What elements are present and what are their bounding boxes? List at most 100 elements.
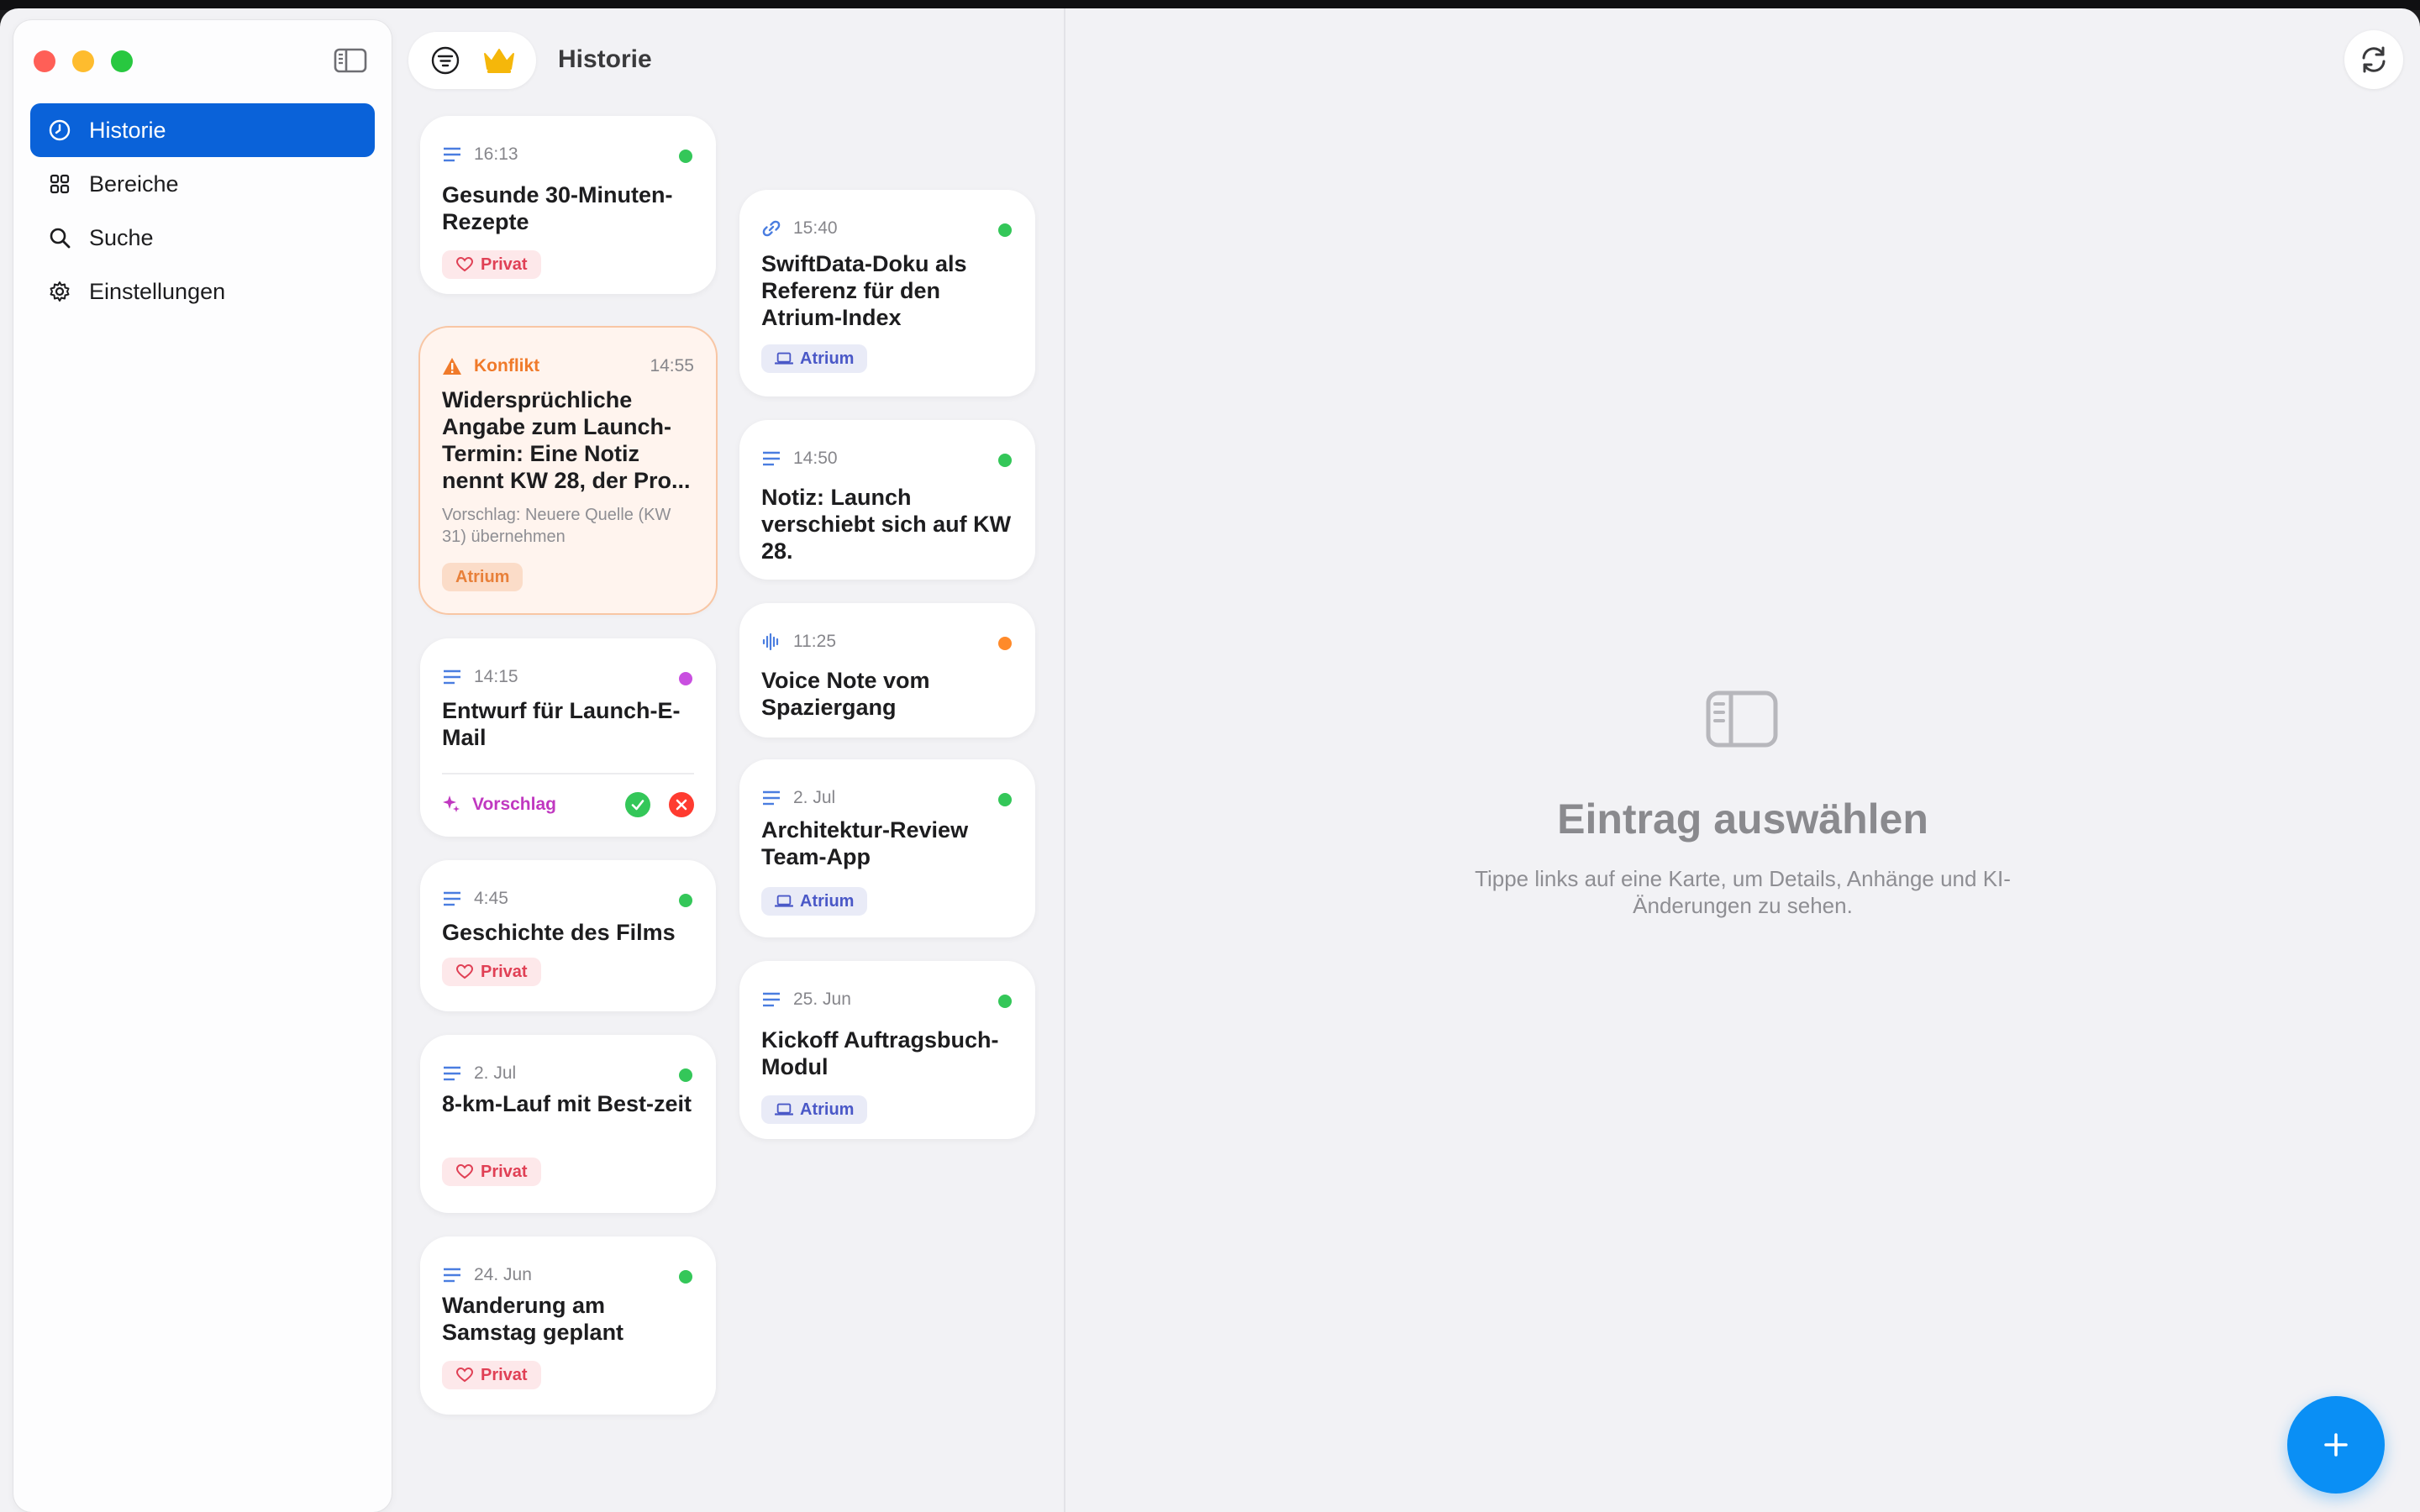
conflict-label: Konflikt <box>474 356 540 375</box>
warning-icon <box>442 356 462 376</box>
tag-label: Atrium <box>455 567 510 586</box>
close-icon <box>676 799 687 811</box>
sidebar-icon <box>334 48 367 73</box>
plus-icon <box>2324 1433 2348 1457</box>
card-divider <box>442 773 694 774</box>
heart-icon <box>455 1163 474 1181</box>
text-lines-icon <box>442 889 462 909</box>
card-title: Wanderung am Samstag geplant <box>442 1293 624 1345</box>
tag-label: Atrium <box>800 349 855 368</box>
waveform-icon <box>761 632 781 652</box>
tag-label: Atrium <box>800 891 855 911</box>
card-time: 16:13 <box>474 144 518 164</box>
card-meta: 14:15 <box>442 665 694 689</box>
text-lines-icon <box>761 990 781 1010</box>
zoom-window-button[interactable] <box>111 50 133 72</box>
card-meta: 25. Jun <box>761 988 1013 1011</box>
card-title: Widersprüchliche Angabe zum Launch-Termi… <box>442 387 691 493</box>
card-title: Gesunde 30-Minuten-Rezepte <box>442 182 673 234</box>
status-dot <box>679 1270 692 1284</box>
sidebar-item-einstellungen[interactable]: Einstellungen <box>30 265 375 318</box>
card-title: Geschichte des Films <box>442 920 676 945</box>
laptop-icon <box>775 892 793 911</box>
tag-label: Privat <box>481 1162 528 1181</box>
pane-divider[interactable] <box>1064 8 1065 1512</box>
conflict-suggestion: Vorschlag: Neuere Quelle (KW 31) überneh… <box>442 506 671 546</box>
card-kickoff-auftragsbuch[interactable]: 25. Jun Kickoff Auftragsbuch-Modul Atriu… <box>739 961 1035 1139</box>
card-notiz-launch[interactable]: 14:50 Notiz: Launch verschiebt sich auf … <box>739 420 1035 580</box>
status-dot <box>679 894 692 907</box>
sync-button[interactable] <box>2344 30 2403 89</box>
card-meta: 24. Jun <box>442 1263 694 1287</box>
card-8-km-lauf[interactable]: 2. Jul 8-km-Lauf mit Best-zeit Privat <box>420 1035 716 1213</box>
card-meta: 2. Jul <box>761 786 1013 810</box>
sidebar-item-label: Suche <box>89 224 154 250</box>
card-time: 2. Jul <box>474 1063 517 1083</box>
link-icon <box>761 218 781 239</box>
tag-label: Privat <box>481 255 528 274</box>
card-meta: 16:13 <box>442 143 694 166</box>
card-title: Entwurf für Launch-E-Mail <box>442 698 681 750</box>
tag-atrium[interactable]: Atrium <box>761 344 868 373</box>
card-voice-note[interactable]: 11:25 Voice Note vom Spaziergang <box>739 603 1035 738</box>
heart-icon <box>455 1366 474 1384</box>
sidebar-toggle-button[interactable] <box>333 45 368 76</box>
status-dot <box>679 150 692 163</box>
tag-atrium[interactable]: Atrium <box>442 563 523 591</box>
card-swiftdata-doku[interactable]: 15:40 SwiftData-Doku als Referenz für de… <box>739 190 1035 396</box>
card-wanderung[interactable]: 24. Jun Wanderung am Samstag geplant Pri… <box>420 1236 716 1415</box>
text-lines-icon <box>761 449 781 469</box>
page-title: Historie <box>558 45 652 73</box>
card-gesunde-rezepte[interactable]: 16:13 Gesunde 30-Minuten-Rezepte Privat <box>420 116 716 294</box>
card-entwurf-launch-email[interactable]: 14:15 Entwurf für Launch-E-Mail Vorschla… <box>420 638 716 837</box>
laptop-icon <box>775 1100 793 1119</box>
heart-icon <box>455 255 474 274</box>
sidebar-placeholder-icon <box>1706 690 1778 748</box>
card-title: SwiftData-Doku als Referenz für den Atri… <box>761 251 967 330</box>
sidebar-nav: Historie Bereiche Suche Einstellungen <box>30 103 375 318</box>
sidebar-item-suche[interactable]: Suche <box>30 211 375 265</box>
empty-state-title: Eintrag auswählen <box>1557 795 1928 843</box>
sidebar-item-historie[interactable]: Historie <box>30 103 375 157</box>
app-window: Historie Bereiche Suche Einstellungen Hi… <box>0 8 2420 1512</box>
reject-suggestion-button[interactable] <box>669 792 694 817</box>
filter-icon <box>431 46 460 75</box>
tag-atrium[interactable]: Atrium <box>761 1095 868 1124</box>
empty-state-text: Tippe links auf eine Karte, um Details, … <box>1475 866 2011 918</box>
search-icon <box>47 225 72 250</box>
card-time: 15:40 <box>793 218 838 238</box>
premium-button[interactable] <box>480 41 518 80</box>
refresh-icon <box>2362 46 2386 73</box>
card-time: 14:50 <box>793 449 838 468</box>
card-time: 14:15 <box>474 667 518 686</box>
heart-icon <box>455 963 474 981</box>
tag-privat[interactable]: Privat <box>442 250 541 279</box>
card-title: Notiz: Launch verschiebt sich auf KW 28. <box>761 485 1012 564</box>
status-dot <box>998 223 1012 237</box>
card-title: Architektur-Review Team-App <box>761 817 969 869</box>
tag-label: Atrium <box>800 1100 855 1119</box>
sidebar-item-bereiche[interactable]: Bereiche <box>30 157 375 211</box>
card-meta: 4:45 <box>442 887 694 911</box>
tag-atrium[interactable]: Atrium <box>761 887 868 916</box>
filter-button[interactable] <box>426 41 465 80</box>
status-dot <box>679 1068 692 1082</box>
card-konflikt[interactable]: Konflikt 14:55 Widersprüchliche Angabe z… <box>420 328 716 613</box>
card-architektur-review[interactable]: 2. Jul Architektur-Review Team-App Atriu… <box>739 759 1035 937</box>
accept-suggestion-button[interactable] <box>625 792 650 817</box>
card-meta: 2. Jul <box>442 1062 694 1085</box>
sidebar: Historie Bereiche Suche Einstellungen <box>13 20 392 1512</box>
tag-privat[interactable]: Privat <box>442 1158 541 1186</box>
sparkle-icon <box>442 794 460 816</box>
minimize-window-button[interactable] <box>72 50 94 72</box>
status-dot <box>998 454 1012 467</box>
tag-privat[interactable]: Privat <box>442 958 541 986</box>
gear-icon <box>47 279 72 304</box>
tag-privat[interactable]: Privat <box>442 1361 541 1389</box>
sidebar-item-label: Bereiche <box>89 171 179 197</box>
checkmark-icon <box>631 800 644 811</box>
close-window-button[interactable] <box>34 50 55 72</box>
card-title: Voice Note vom Spaziergang <box>761 668 930 720</box>
card-geschichte-des-films[interactable]: 4:45 Geschichte des Films Privat <box>420 860 716 1011</box>
add-entry-button[interactable] <box>2287 1396 2385 1494</box>
